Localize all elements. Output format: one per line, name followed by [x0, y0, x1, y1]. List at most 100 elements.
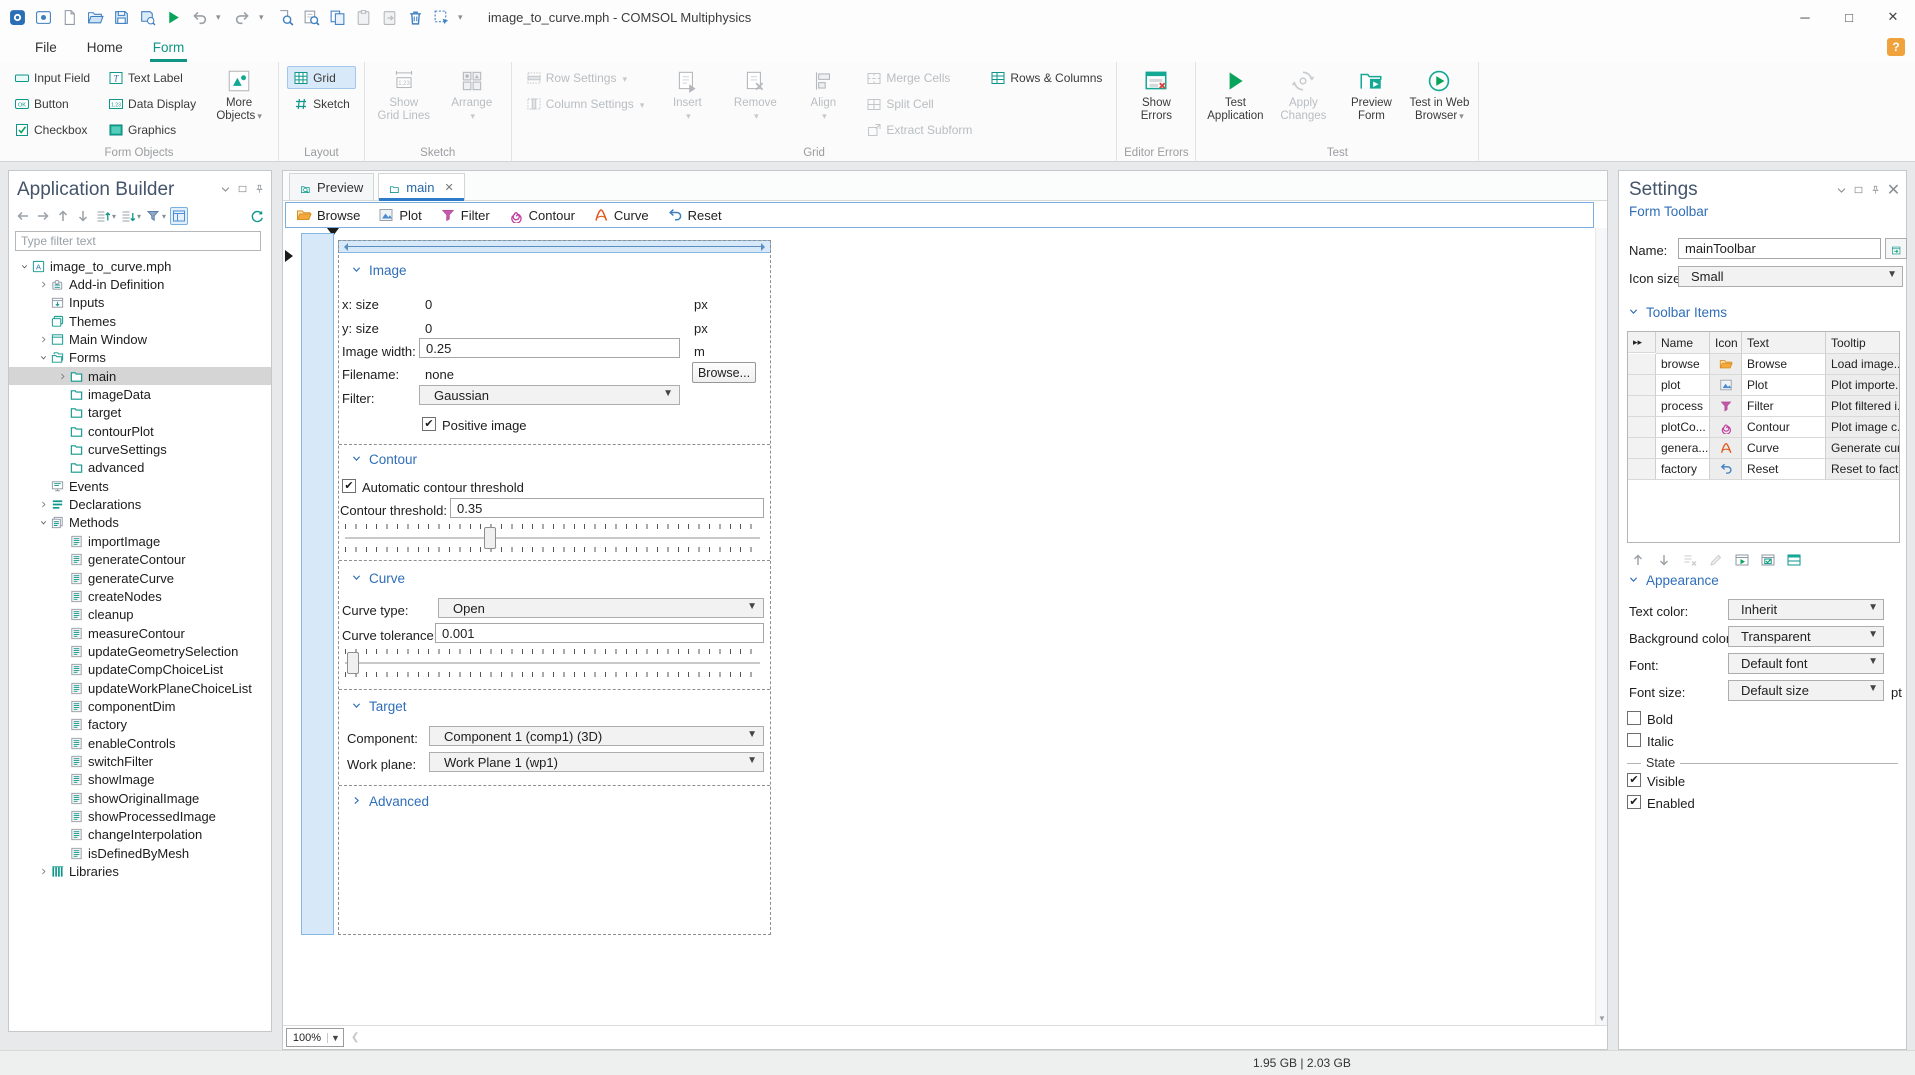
- cell-icon[interactable]: [1710, 396, 1742, 417]
- cell-icon[interactable]: [1710, 375, 1742, 396]
- cell-name[interactable]: plotCo...: [1656, 417, 1710, 438]
- tree-item-add-in-definition[interactable]: Add-in Definition: [9, 275, 271, 293]
- cell-name[interactable]: plot: [1656, 375, 1710, 396]
- cell-name[interactable]: browse: [1656, 354, 1710, 375]
- visible-checkbox[interactable]: ✔: [1627, 773, 1641, 787]
- work-plane-dropdown[interactable]: Work Plane 1 (wp1) ▼: [429, 752, 764, 772]
- remove-button[interactable]: Remove: [724, 66, 786, 123]
- section-target-header[interactable]: Target: [352, 699, 407, 714]
- edit-icon[interactable]: [1707, 551, 1725, 569]
- form-toolbar-filter-button[interactable]: Filter: [440, 207, 490, 223]
- tree-filter-input[interactable]: [15, 231, 261, 251]
- cell-text[interactable]: Plot: [1742, 375, 1826, 396]
- row-handle[interactable]: [1628, 354, 1656, 375]
- cell-tooltip[interactable]: Plot importe...: [1826, 375, 1899, 396]
- cell-tooltip[interactable]: Load image...: [1826, 354, 1899, 375]
- enabled-checkbox[interactable]: ✔: [1627, 795, 1641, 809]
- find-settings-icon[interactable]: [302, 8, 321, 27]
- test-application-button[interactable]: Test Application: [1204, 66, 1266, 123]
- tree-item-componentdim[interactable]: componentDim: [9, 697, 271, 715]
- tree-item-main-window[interactable]: Main Window: [9, 330, 271, 348]
- input-field-button[interactable]: Input Field: [8, 66, 96, 89]
- insert-button[interactable]: Insert: [656, 66, 718, 123]
- tab-close-icon[interactable]: ✕: [444, 181, 453, 194]
- column-settings-button[interactable]: Column Settings: [520, 92, 651, 115]
- graphics-button[interactable]: Graphics: [102, 118, 202, 141]
- window-check-icon[interactable]: [1759, 551, 1777, 569]
- tree-item-importimage[interactable]: importImage: [9, 532, 271, 550]
- curve-tolerance-slider[interactable]: [345, 649, 760, 677]
- redo-caret-icon[interactable]: ▾: [259, 12, 269, 23]
- column-header-tooltip[interactable]: Tooltip: [1826, 332, 1899, 354]
- name-field[interactable]: mainToolbar: [1678, 238, 1881, 259]
- data-display-button[interactable]: 1.23 Data Display: [102, 92, 202, 115]
- contour-threshold-field[interactable]: 0.35: [450, 498, 764, 518]
- paste-icon[interactable]: [354, 8, 373, 27]
- expand-closed-icon[interactable]: [55, 372, 69, 381]
- cell-icon[interactable]: [1710, 459, 1742, 480]
- panel-pin-icon[interactable]: [254, 183, 265, 194]
- arrange-button[interactable]: Arrange: [441, 66, 503, 123]
- customize-caret-icon[interactable]: ▾: [458, 12, 468, 23]
- window-play-icon[interactable]: [1733, 551, 1751, 569]
- row-handle[interactable]: [1628, 459, 1656, 480]
- panel-menu-icon[interactable]: [1836, 184, 1847, 195]
- split-cell-button[interactable]: Split Cell: [860, 92, 978, 115]
- filter-dropdown[interactable]: Gaussian ▼: [419, 385, 680, 405]
- apply-changes-button[interactable]: Apply Changes: [1272, 66, 1334, 123]
- selected-column-strip[interactable]: [301, 233, 334, 935]
- save-as-icon[interactable]: [138, 8, 157, 27]
- form-toolbar-curve-button[interactable]: Curve: [593, 207, 649, 223]
- column-header-name[interactable]: Name: [1656, 332, 1710, 354]
- extract-subform-button[interactable]: Extract Subform: [860, 118, 978, 141]
- row-handle[interactable]: [1628, 438, 1656, 459]
- test-in-web-browser-button[interactable]: Test in Web Browser: [1408, 66, 1470, 123]
- tree-item-createnodes[interactable]: createNodes: [9, 587, 271, 605]
- curve-type-dropdown[interactable]: Open ▼: [438, 598, 764, 618]
- panel-close-icon[interactable]: ✕: [1887, 182, 1900, 199]
- section-contour-header[interactable]: Contour: [352, 452, 417, 467]
- text-color-dropdown[interactable]: Inherit ▼: [1728, 599, 1884, 620]
- tree-item-updateworkplanechoicelist[interactable]: updateWorkPlaneChoiceList: [9, 679, 271, 697]
- undo-icon[interactable]: [190, 8, 209, 27]
- section-curve-header[interactable]: Curve: [352, 571, 405, 586]
- clear-icon[interactable]: [1681, 551, 1699, 569]
- form-toolbar-browse-button[interactable]: Browse: [296, 207, 360, 223]
- grid-button[interactable]: Grid: [287, 66, 356, 89]
- font-dropdown[interactable]: Default font ▼: [1728, 653, 1884, 674]
- tree-item-curvesettings[interactable]: curveSettings: [9, 440, 271, 458]
- row-settings-button[interactable]: Row Settings: [520, 66, 651, 89]
- ribbon-tab-home[interactable]: Home: [72, 36, 138, 62]
- new-file-icon[interactable]: [60, 8, 79, 27]
- vertical-scrollbar[interactable]: ▼: [1595, 228, 1607, 1025]
- cell-tooltip[interactable]: Plot image c...: [1826, 417, 1899, 438]
- background-color-dropdown[interactable]: Transparent ▼: [1728, 626, 1884, 647]
- tree-item-forms[interactable]: Forms: [9, 349, 271, 367]
- tree-item-imagedata[interactable]: imageData: [9, 385, 271, 403]
- tree-item-showimage[interactable]: showImage: [9, 771, 271, 789]
- panel-pin-icon[interactable]: [1870, 184, 1881, 195]
- move-down-icon[interactable]: [1655, 551, 1673, 569]
- tree-item-changeinterpolation[interactable]: changeInterpolation: [9, 826, 271, 844]
- section-advanced-header[interactable]: Advanced: [352, 794, 429, 809]
- panel-float-icon[interactable]: [1853, 184, 1864, 195]
- row-handle[interactable]: [1628, 417, 1656, 438]
- cell-text[interactable]: Curve: [1742, 438, 1826, 459]
- button-button[interactable]: OK Button: [8, 92, 96, 115]
- refresh-icon[interactable]: [249, 207, 265, 225]
- auto-threshold-checkbox[interactable]: ✔: [342, 479, 356, 493]
- tree-item-generatecurve[interactable]: generateCurve: [9, 569, 271, 587]
- open-file-icon[interactable]: [86, 8, 105, 27]
- row-handle[interactable]: [1628, 396, 1656, 417]
- icon-size-dropdown[interactable]: Small ▼: [1678, 266, 1903, 287]
- section-image-header[interactable]: Image: [352, 263, 407, 278]
- go-to-node-button[interactable]: [1885, 238, 1907, 259]
- cell-text[interactable]: Contour: [1742, 417, 1826, 438]
- expand-open-icon[interactable]: [36, 353, 50, 362]
- tree-item-advanced[interactable]: advanced: [9, 459, 271, 477]
- duplicate-icon[interactable]: [380, 8, 399, 27]
- tree-item-measurecontour[interactable]: measureContour: [9, 624, 271, 642]
- form-canvas[interactable]: Image x: size 0 px y: size 0 px Image wi…: [283, 228, 1607, 1025]
- tree-item-libraries[interactable]: Libraries: [9, 862, 271, 880]
- tree-item-switchfilter[interactable]: switchFilter: [9, 752, 271, 770]
